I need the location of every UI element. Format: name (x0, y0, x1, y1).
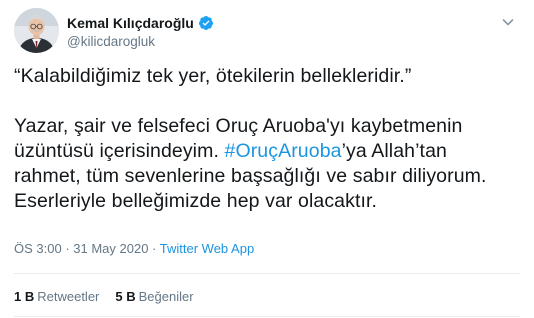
likes-count: 5 B (115, 289, 136, 304)
verified-badge-icon (198, 15, 214, 31)
tweet-stats: 1 B Retweetler 5 B Beğeniler (14, 289, 194, 304)
tweet-line: rahmet, tüm sevenlerine başsağlığı ve sa… (14, 165, 487, 187)
tweet-line: Eserleriyle belleğimizde hep var olacakt… (14, 190, 378, 212)
tweet-header: Kemal Kılıçdaroğlu @kilicdarogluk (14, 8, 520, 56)
hashtag-link[interactable]: #OruçAruoba (225, 140, 342, 162)
divider (14, 273, 520, 274)
tweet-line: Yazar, şair ve felsefeci Oruç Aruoba'yı … (14, 115, 463, 137)
author-display-name[interactable]: Kemal Kılıçdaroğlu (67, 15, 194, 31)
author-handle[interactable]: @kilicdarogluk (67, 34, 214, 49)
meta-separator: · (61, 241, 74, 256)
retweets-count: 1 B (14, 289, 35, 304)
chevron-down-icon[interactable] (500, 14, 516, 30)
tweet-time[interactable]: ÖS 3:00 (14, 241, 62, 256)
tweet-metadata: ÖS 3:00 · 31 May 2020 · Twitter Web App (14, 241, 254, 256)
avatar-image (14, 8, 59, 53)
tweet-quote: “Kalabildiğimiz tek yer, ötekilerin bell… (14, 65, 412, 87)
source-app-link[interactable]: Twitter Web App (160, 241, 254, 256)
tweet-paragraph: Yazar, şair ve felsefeci Oruç Aruoba'yı … (14, 114, 514, 214)
tweet-line: üzüntüsü içerisindeyim. #OruçAruoba’ya A… (14, 139, 514, 164)
likes-label: Beğeniler (138, 289, 194, 304)
tweet-card: Kemal Kılıçdaroğlu @kilicdarogluk “Kalab… (0, 0, 534, 318)
tweet-date[interactable]: 31 May 2020 (73, 241, 148, 256)
author-info: Kemal Kılıçdaroğlu @kilicdarogluk (67, 14, 214, 49)
tweet-line-text: üzüntüsü içerisindeyim. (14, 140, 225, 162)
tweet-line-text: ’ya Allah’tan (341, 140, 447, 162)
author-name-row: Kemal Kılıçdaroğlu (67, 14, 214, 32)
avatar[interactable] (14, 8, 59, 53)
retweets-label: Retweetler (37, 289, 100, 304)
tweet-text: “Kalabildiğimiz tek yer, ötekilerin bell… (14, 64, 514, 214)
divider (14, 316, 520, 317)
likes-stat[interactable]: 5 B Beğeniler (115, 289, 193, 304)
meta-separator: · (148, 241, 160, 256)
retweets-stat[interactable]: 1 B Retweetler (14, 289, 99, 304)
